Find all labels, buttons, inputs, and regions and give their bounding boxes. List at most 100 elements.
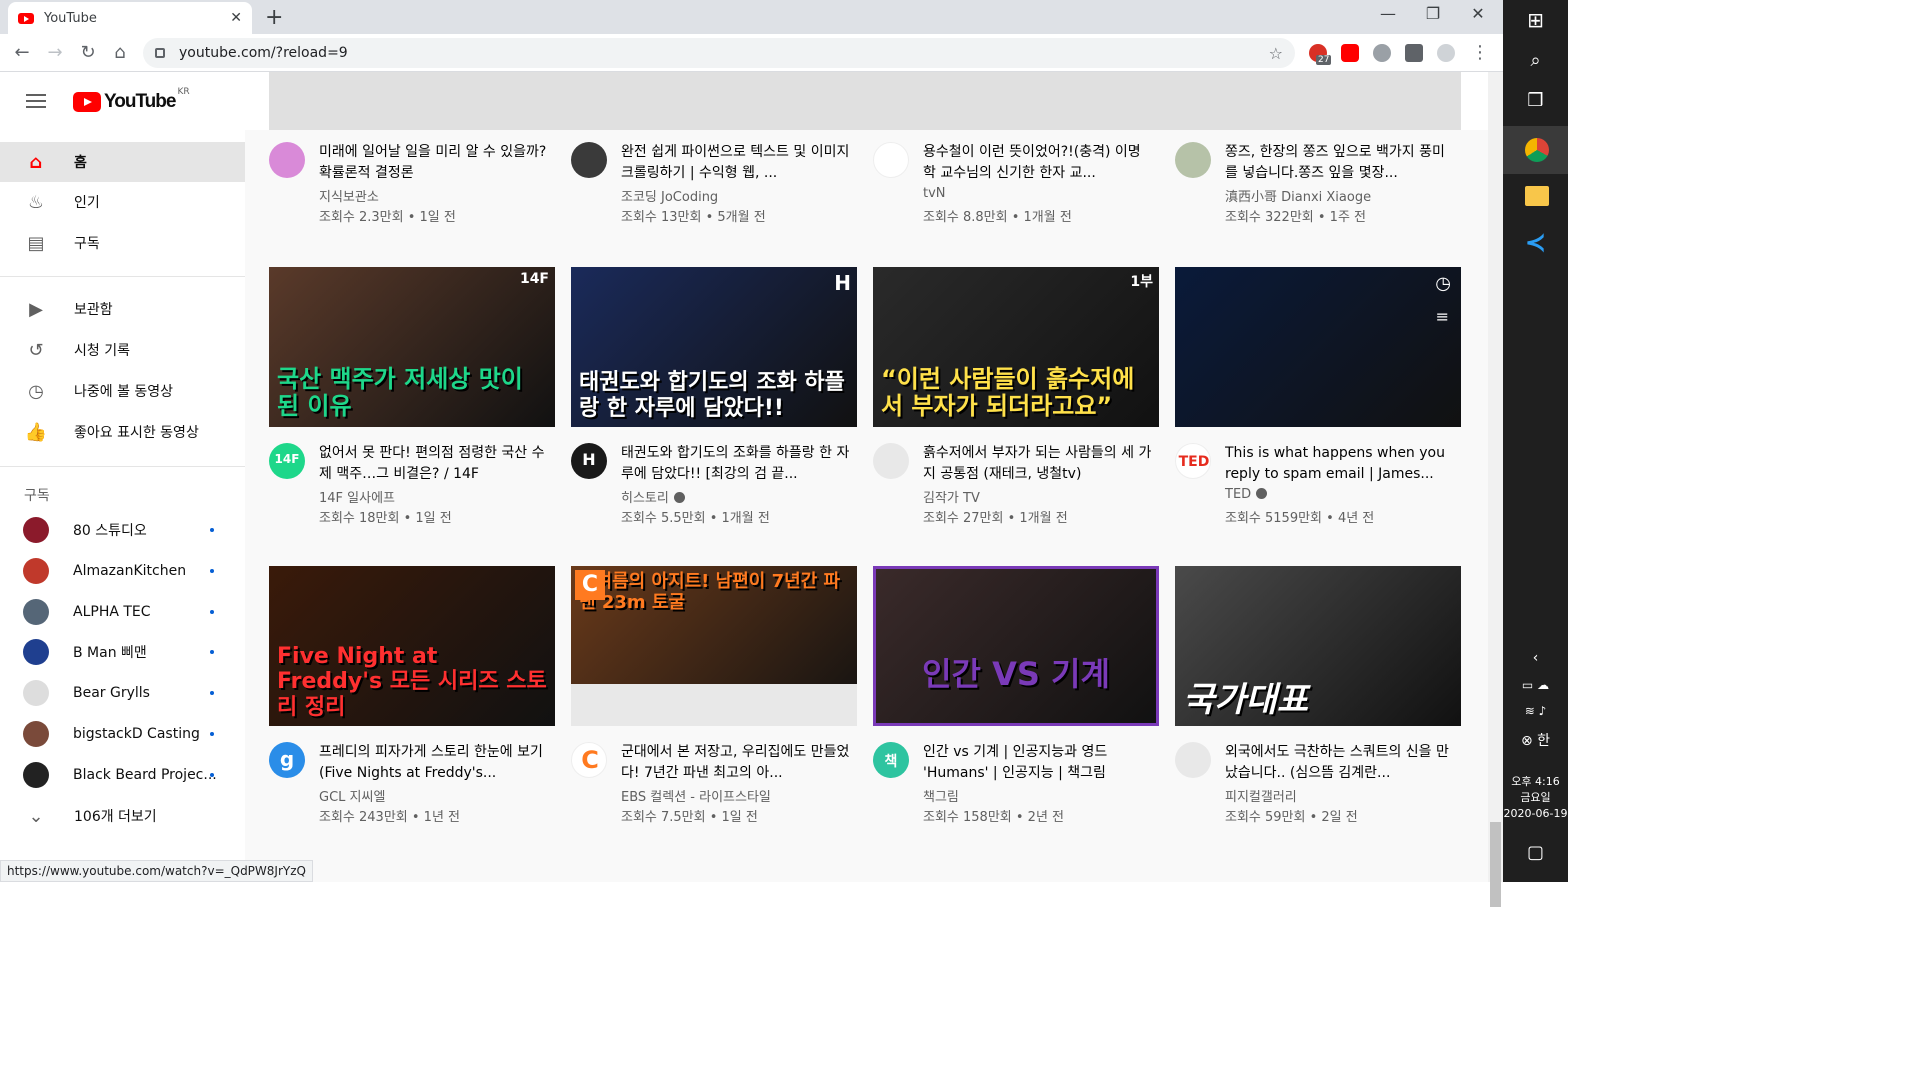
video-thumbnail[interactable]: “이런 사람들이 흙수저에서 부자가 되더라고요” 1부 [873, 267, 1159, 427]
channel-avatar[interactable] [269, 142, 305, 178]
reload-icon[interactable]: ↻ [76, 42, 100, 63]
subscription-item[interactable]: 80 스튜디오 [0, 510, 245, 550]
new-tab-button[interactable]: + [265, 5, 283, 30]
minimize-button[interactable]: — [1373, 4, 1403, 23]
video-title[interactable]: 프레디의 피자가게 스토리 한눈에 보기 (Five Nights at Fre… [319, 742, 549, 784]
channel-name[interactable]: 조코딩 JoCoding [621, 186, 718, 205]
video-thumbnail[interactable]: ◷ ≡ [1175, 267, 1461, 427]
close-circle-icon[interactable]: ⊗ [1521, 733, 1533, 749]
subscription-item[interactable]: AlmazanKitchen [0, 551, 245, 591]
clock[interactable]: 오후 4:16 금요일 2020-06-19 [1503, 774, 1568, 822]
channel-avatar[interactable] [873, 443, 909, 479]
bookmark-star-icon[interactable]: ☆ [1269, 44, 1283, 63]
browser-tab[interactable]: YouTube ✕ [8, 2, 252, 34]
hamburger-menu-icon[interactable] [26, 94, 46, 108]
maximize-button[interactable]: ❐ [1418, 4, 1448, 23]
channel-avatar [23, 599, 49, 625]
video-title[interactable]: 없어서 못 판다! 편의점 점령한 국산 수제 맥주…그 비결은? / 14F [319, 443, 549, 485]
sidebar-item-trending[interactable]: ♨ 인기 [0, 182, 245, 222]
task-view-icon[interactable]: ❒ [1503, 90, 1568, 111]
youtube-logo[interactable]: YouTube KR [73, 87, 190, 113]
sidebar-item-watch-later[interactable]: ◷ 나중에 볼 동영상 [0, 371, 245, 411]
video-title[interactable]: 용수철이 이런 뜻이었어?!(충격) 이명학 교수님의 신기한 한자 교... [923, 142, 1153, 184]
channel-name-text: 히스토리 [621, 491, 669, 506]
channel-avatar[interactable]: TED [1175, 443, 1211, 479]
sidebar-item-home[interactable]: ⌂ 홈 [0, 142, 245, 182]
back-icon[interactable]: ← [10, 42, 34, 63]
channel-name[interactable]: 책그림 [923, 786, 959, 805]
add-to-queue-icon[interactable]: ≡ [1436, 307, 1449, 326]
channel-name[interactable]: tvN [923, 186, 946, 201]
show-more-subscriptions[interactable]: ⌄ 106개 더보기 [0, 796, 245, 836]
video-title[interactable]: 완전 쉽게 파이썬으로 텍스트 및 이미지 크롤링하기 | 수익형 웹, ... [621, 142, 851, 184]
channel-avatar[interactable]: 책 [873, 742, 909, 778]
channel-name[interactable]: 김작가 TV [923, 487, 980, 506]
battery-cloud-icon[interactable]: ▭ ☁ [1503, 678, 1568, 692]
puzzle-extensions-icon[interactable] [1405, 44, 1423, 62]
chrome-icon[interactable] [1525, 138, 1549, 162]
video-title[interactable]: 군대에서 본 저장고, 우리집에도 만들었다! 7년간 파낸 최고의 아... [621, 742, 851, 784]
video-title[interactable]: 미래에 일어날 일을 미리 알 수 있을까? 확률론적 결정론 [319, 142, 549, 184]
sidebar-item-library[interactable]: ▶ 보관함 [0, 289, 245, 329]
scrollbar-thumb[interactable] [1490, 822, 1501, 907]
search-icon[interactable]: ⌕ [1503, 50, 1568, 71]
ime-indicator[interactable]: ⊗ 한 [1503, 730, 1568, 750]
subscription-item[interactable]: Black Beard Projec... [0, 755, 245, 795]
video-title[interactable]: 외국에서도 극찬하는 스쿼트의 신을 만났습니다.. (심으뜸 김계란... [1225, 742, 1455, 784]
sidebar-item-subscriptions[interactable]: ▤ 구독 [0, 223, 245, 263]
channel-avatar[interactable] [1175, 142, 1211, 178]
trending-icon: ♨ [27, 191, 45, 213]
video-thumbnail[interactable]: 태권도와 합기도의 조화 하플랑 한 자루에 담았다!! H [571, 267, 857, 427]
video-title[interactable]: 태권도와 합기도의 조화를 하플랑 한 자루에 담았다!! [최강의 검 끝..… [621, 443, 851, 485]
video-thumbnail[interactable]: 한여름의 아지트! 남편이 7년간 파낸 23m 토굴 C [571, 566, 857, 726]
channel-name[interactable]: 滇西小哥 Dianxi Xiaoge [1225, 186, 1371, 205]
channel-avatar[interactable]: 14F [269, 443, 305, 479]
sidebar-item-history[interactable]: ↺ 시청 기록 [0, 330, 245, 370]
chevron-left-icon[interactable]: ‹ [1503, 650, 1568, 666]
channel-avatar[interactable]: H [571, 443, 607, 479]
tab-close-button[interactable]: ✕ [230, 10, 242, 26]
video-thumbnail[interactable]: 인간 VS 기계 [873, 566, 1159, 726]
channel-avatar[interactable] [873, 142, 909, 178]
home-browser-icon[interactable]: ⌂ [108, 42, 132, 63]
video-title[interactable]: 인간 vs 기계 | 인공지능과 영드 'Humans' | 인공지능 | 책그… [923, 742, 1153, 784]
subscription-item[interactable]: ALPHA TEC [0, 592, 245, 632]
video-thumbnail[interactable]: 국산 맥주가 저세상 맛이 된 이유 14F [269, 267, 555, 427]
window-close-button[interactable]: ✕ [1463, 4, 1493, 23]
channel-avatar[interactable]: g [269, 742, 305, 778]
notification-center-icon[interactable]: ▢ [1503, 842, 1568, 863]
subscription-item[interactable]: B Man 삐맨 [0, 632, 245, 672]
extension-icon[interactable] [1373, 44, 1391, 62]
video-title[interactable]: 흙수저에서 부자가 되는 사람들의 세 가지 공통점 (재테크, 냉철tv) [923, 443, 1153, 485]
channel-name[interactable]: EBS 컬렉션 - 라이프스타일 [621, 786, 771, 805]
channel-name[interactable]: GCL 지씨엘 [319, 786, 385, 805]
channel-avatar[interactable] [1175, 742, 1211, 778]
channel-avatar[interactable]: C [571, 742, 607, 778]
file-explorer-icon[interactable] [1525, 186, 1549, 206]
profile-icon[interactable] [1437, 44, 1455, 62]
youtube-extension-icon[interactable] [1341, 44, 1359, 62]
sidebar-item-liked[interactable]: 👍 좋아요 표시한 동영상 [0, 412, 245, 452]
channel-name[interactable]: 14F 일사에프 [319, 487, 395, 506]
channel-name[interactable]: 지식보관소 [319, 186, 379, 205]
library-icon: ▶ [29, 298, 43, 320]
subscription-item[interactable]: Bear Grylls [0, 673, 245, 713]
watch-later-icon[interactable]: ◷ [1435, 273, 1451, 294]
wifi-volume-icon[interactable]: ≋ ♪ [1503, 704, 1568, 718]
subscription-item[interactable]: bigstackD Casting [0, 714, 245, 754]
video-title[interactable]: 쫑즈, 한장의 쫑즈 잎으로 백가지 풍미를 넣습니다.쫑즈 잎을 몇장... [1225, 142, 1455, 184]
video-title[interactable]: This is what happens when you reply to s… [1225, 443, 1455, 485]
clock-time: 오후 4:16 [1511, 775, 1560, 788]
channel-avatar[interactable] [571, 142, 607, 178]
url-bar[interactable]: youtube.com/?reload=9 ☆ [143, 38, 1295, 68]
windows-start-icon[interactable]: ⊞ [1503, 8, 1568, 32]
browser-menu-icon[interactable]: ⋮ [1468, 42, 1492, 63]
video-thumbnail[interactable]: Five Night at Freddy's 모든 시리즈 스토리 정리 [269, 566, 555, 726]
channel-name[interactable]: 히스토리 [621, 487, 685, 506]
channel-name[interactable]: TED [1225, 487, 1268, 502]
page-scrollbar[interactable] [1488, 72, 1503, 907]
channel-name[interactable]: 피지컬갤러리 [1225, 786, 1297, 805]
forward-icon[interactable]: → [43, 42, 67, 63]
vscode-icon[interactable]: ≺ [1503, 228, 1568, 258]
video-thumbnail[interactable]: 국가대표 [1175, 566, 1461, 726]
